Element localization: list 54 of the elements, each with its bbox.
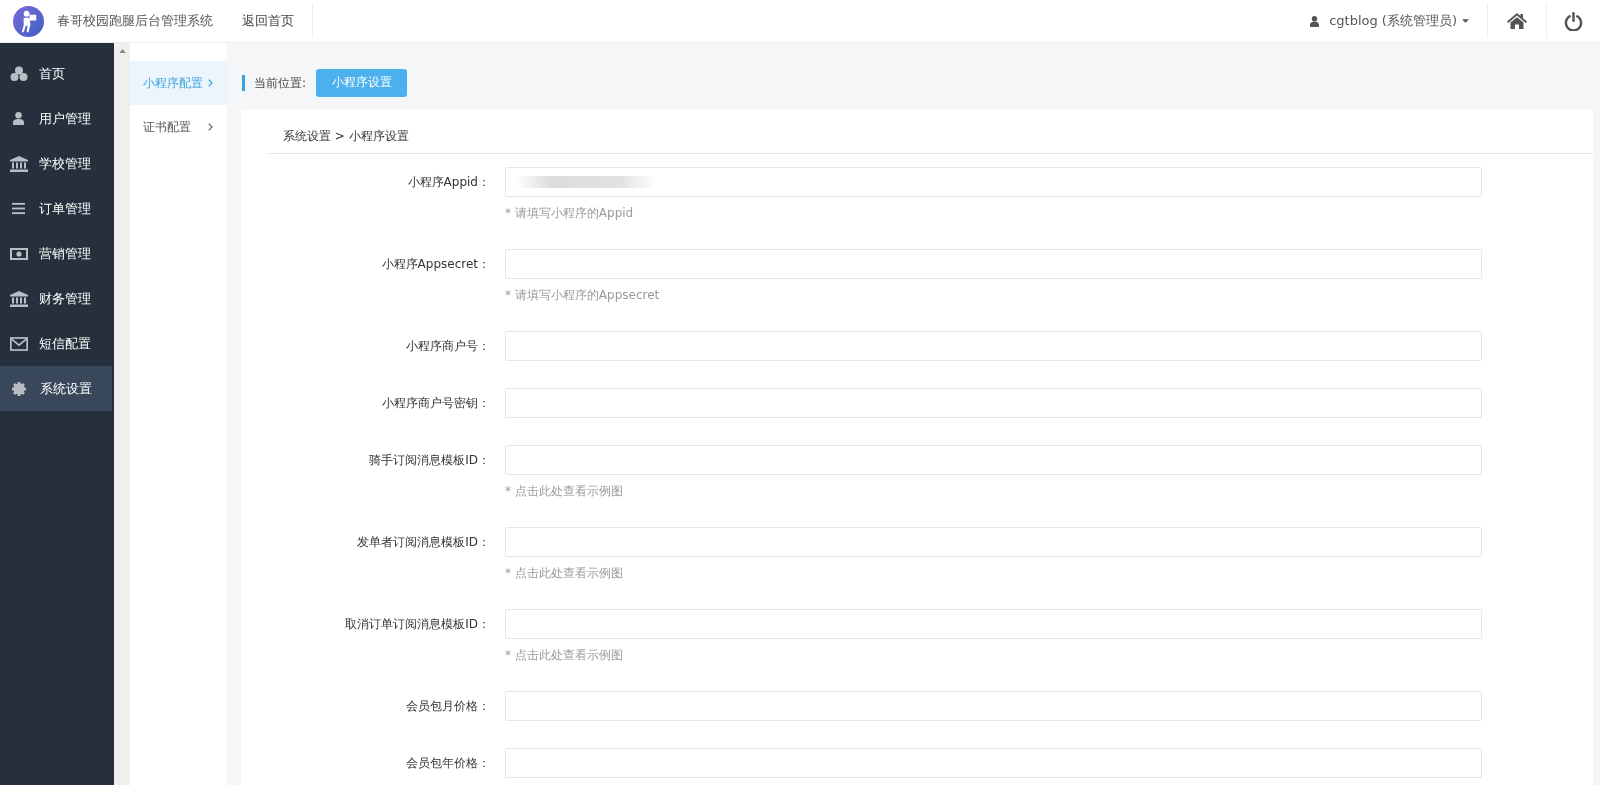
input-field[interactable] xyxy=(505,748,1482,778)
user-icon xyxy=(1310,15,1320,27)
field-label: 会员包年价格： xyxy=(405,755,490,772)
field-hint: * 点击此处查看示例图 xyxy=(505,565,624,582)
bars-icon xyxy=(12,202,25,215)
field-label: 取消订单订阅消息模板ID： xyxy=(344,616,490,633)
field-label: 小程序Appsecret： xyxy=(380,256,490,273)
field-label: 发单者订阅消息模板ID： xyxy=(356,534,490,551)
input-field[interactable] xyxy=(505,249,1482,279)
gear-icon xyxy=(12,381,26,396)
power-icon xyxy=(1564,11,1583,31)
sidebar-item[interactable]: 订单管理 xyxy=(0,186,112,231)
field-label: 小程序商户号密钥： xyxy=(381,395,490,412)
field-label: 骑手订阅消息模板ID： xyxy=(368,452,490,469)
scroll-up-arrow-icon[interactable] xyxy=(118,49,126,53)
chevron-right-icon xyxy=(208,123,213,131)
chevron-right-icon xyxy=(208,79,213,87)
input-field[interactable] xyxy=(505,331,1482,361)
field-hint: * 请填写小程序的Appid xyxy=(505,205,635,222)
user-menu-button[interactable]: cgtblog (系统管理员) xyxy=(1300,0,1487,42)
input-field[interactable] xyxy=(505,527,1482,557)
sidebar-item[interactable]: 财务管理 xyxy=(0,276,112,321)
caret-icon xyxy=(1462,19,1469,23)
envelope-icon xyxy=(10,335,28,352)
user-icon xyxy=(12,112,25,125)
home-icon xyxy=(1507,13,1527,29)
breadcrumb-text: 系统设置 > 小程序设置 xyxy=(283,129,409,143)
bank-icon xyxy=(10,155,28,172)
sidebar-item[interactable]: 系统设置 xyxy=(0,366,112,411)
home-link[interactable]: 返回首页 xyxy=(242,12,294,30)
bank-icon xyxy=(10,290,28,307)
sidebar-item[interactable]: 用户管理 xyxy=(0,96,112,141)
sidebar-item[interactable]: 学校管理 xyxy=(0,141,112,186)
app-title: 春哥校园跑腿后台管理系统 xyxy=(57,12,213,30)
cubes-icon xyxy=(10,65,28,82)
input-field[interactable] xyxy=(505,609,1482,639)
location-label: 当前位置: xyxy=(242,74,307,91)
field-label: 小程序商户号： xyxy=(405,338,490,355)
field-hint: * 请填写小程序的Appsecret xyxy=(505,287,661,304)
field-label: 小程序Appid： xyxy=(406,174,490,191)
banknote-icon xyxy=(10,245,28,262)
submenu-item[interactable]: 证书配置 xyxy=(130,105,227,149)
field-label: 会员包月价格： xyxy=(405,698,490,715)
field-hint: * 点击此处查看示例图 xyxy=(505,647,624,664)
input-field[interactable] xyxy=(505,167,1482,197)
sidebar-item[interactable]: 首页 xyxy=(0,51,112,96)
field-hint: * 点击此处查看示例图 xyxy=(505,483,624,500)
sidebar-item[interactable]: 短信配置 xyxy=(0,321,112,366)
scrollbar[interactable] xyxy=(114,43,130,785)
input-field[interactable] xyxy=(505,691,1482,721)
sidebar-item[interactable]: 营销管理 xyxy=(0,231,112,276)
input-field[interactable] xyxy=(505,388,1482,418)
logo-icon xyxy=(13,5,44,37)
input-field[interactable] xyxy=(505,445,1482,475)
